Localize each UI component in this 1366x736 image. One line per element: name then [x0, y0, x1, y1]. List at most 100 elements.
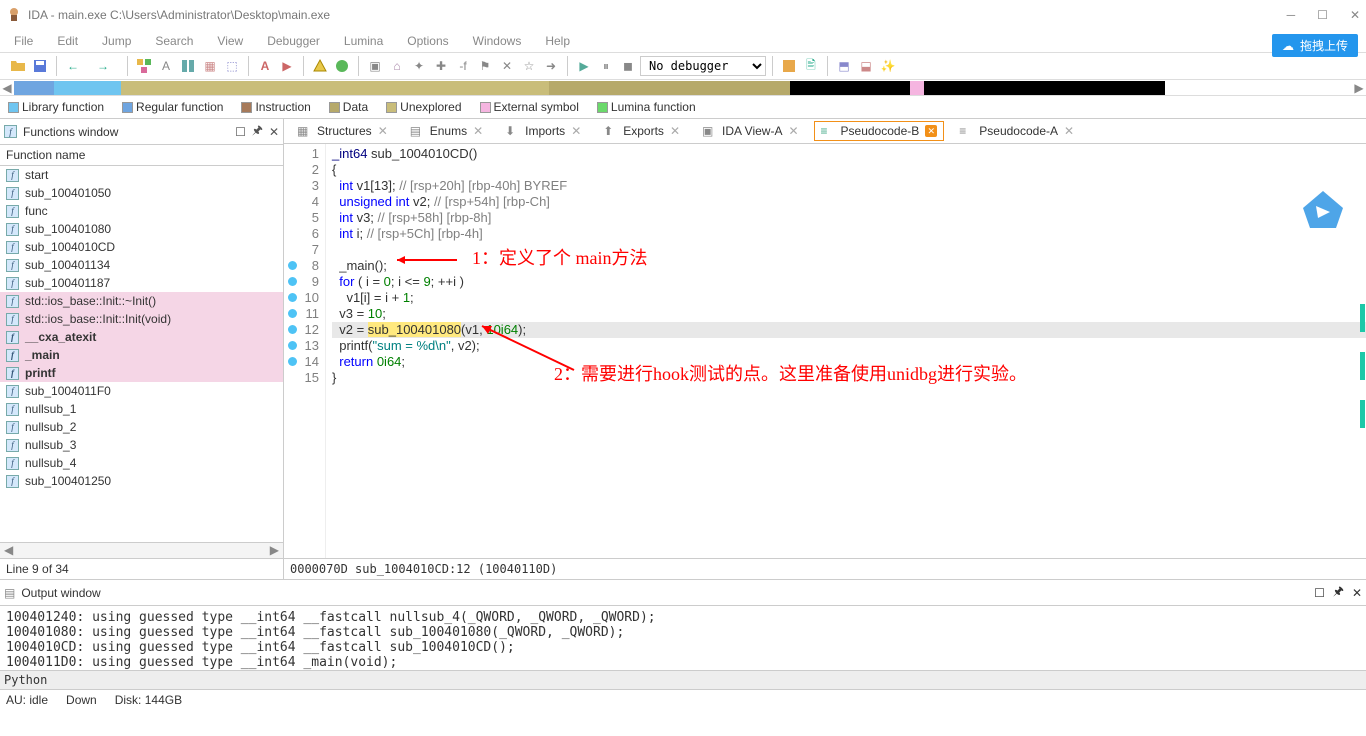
function-item[interactable]: f_main	[0, 346, 283, 364]
functions-title: Functions window	[23, 125, 229, 139]
status-down: Down	[66, 693, 97, 707]
maximize-icon[interactable]: ☐	[1317, 8, 1328, 22]
output-pin-icon[interactable]: 🖈	[1333, 582, 1344, 603]
lum2-icon[interactable]: ⬓	[856, 56, 876, 76]
menu-view[interactable]: View	[217, 34, 243, 48]
db2-icon[interactable]: 🖹	[801, 56, 821, 76]
forward-icon[interactable]: →	[93, 56, 113, 76]
tab-close-icon[interactable]: ✕	[473, 124, 483, 138]
h-scrollbar[interactable]: ◀▶	[0, 542, 283, 558]
tab-ida-view-a[interactable]: ▣IDA View-A✕	[695, 121, 806, 141]
tool5-icon[interactable]: ✕	[497, 56, 517, 76]
tab-imports[interactable]: ⬇Imports✕	[498, 121, 588, 141]
menu-lumina[interactable]: Lumina	[344, 34, 383, 48]
menu-edit[interactable]: Edit	[57, 34, 78, 48]
menu-debugger[interactable]: Debugger	[267, 34, 320, 48]
tab-close-icon[interactable]: ✕	[571, 124, 581, 138]
go-icon[interactable]	[332, 56, 352, 76]
output-body[interactable]: 100401240: using guessed type __int64 __…	[0, 606, 1366, 670]
nav-track[interactable]	[14, 81, 1352, 95]
search-next-icon[interactable]: ▶	[277, 56, 297, 76]
save-icon[interactable]	[30, 56, 50, 76]
menu-search[interactable]: Search	[155, 34, 193, 48]
function-icon: f	[4, 125, 17, 138]
pin-icon[interactable]: 🖈	[252, 121, 263, 142]
code-status: 0000070D sub_1004010CD:12 (10040110D)	[284, 558, 1366, 579]
text-icon[interactable]: A	[156, 56, 176, 76]
close-icon[interactable]: ✕	[1350, 8, 1360, 22]
tab-pseudocode-a[interactable]: ≡Pseudocode-A✕	[952, 121, 1081, 141]
function-item[interactable]: fnullsub_2	[0, 418, 283, 436]
db1-icon[interactable]	[779, 56, 799, 76]
function-item[interactable]: fsub_100401050	[0, 184, 283, 202]
function-item[interactable]: fnullsub_1	[0, 400, 283, 418]
function-item[interactable]: fsub_100401250	[0, 472, 283, 490]
tab-close-icon[interactable]: ✕	[925, 125, 937, 137]
warn-icon[interactable]	[310, 56, 330, 76]
tool6-icon[interactable]: ☆	[519, 56, 539, 76]
function-item[interactable]: fsub_1004011F0	[0, 382, 283, 400]
tab-close-icon[interactable]: ✕	[788, 124, 798, 138]
stop-icon[interactable]: ◼	[618, 56, 638, 76]
link-icon[interactable]: ⬚	[222, 56, 242, 76]
tool7-icon[interactable]: ➜	[541, 56, 561, 76]
tab-structures[interactable]: ▦Structures✕	[290, 121, 395, 141]
code-area[interactable]: 123456789101112131415 _int64 sub_1004010…	[284, 144, 1366, 558]
function-item[interactable]: fprintf	[0, 364, 283, 382]
minimize-icon[interactable]: ─	[1287, 8, 1296, 22]
lum1-icon[interactable]: ⬒	[834, 56, 854, 76]
function-item[interactable]: fsub_100401134	[0, 256, 283, 274]
tool3-icon[interactable]: -f	[453, 56, 473, 76]
legend-item: Regular function	[122, 100, 223, 114]
binary-icon[interactable]	[178, 56, 198, 76]
stamp-icon[interactable]: ▣	[365, 56, 385, 76]
debugger-select[interactable]: No debugger	[640, 56, 766, 76]
flag-icon[interactable]: ⚑	[475, 56, 495, 76]
tab-exports[interactable]: ⬆Exports✕	[596, 121, 687, 141]
tool1-icon[interactable]: ✦	[409, 56, 429, 76]
search-text-icon[interactable]: A	[255, 56, 275, 76]
functions-header[interactable]: Function name	[0, 145, 283, 166]
output-close-icon[interactable]: ✕	[1352, 586, 1362, 600]
open-icon[interactable]	[8, 56, 28, 76]
bird-icon[interactable]	[1298, 188, 1348, 238]
function-item[interactable]: ffunc	[0, 202, 283, 220]
function-item[interactable]: fsub_100401187	[0, 274, 283, 292]
nav-right-icon[interactable]: ▶	[1352, 81, 1366, 95]
boxes-icon[interactable]	[134, 56, 154, 76]
function-item[interactable]: fstart	[0, 166, 283, 184]
tool2-icon[interactable]: ✚	[431, 56, 451, 76]
function-item[interactable]: fnullsub_3	[0, 436, 283, 454]
function-item[interactable]: fstd::ios_base::Init::~Init()	[0, 292, 283, 310]
menu-file[interactable]: File	[14, 34, 33, 48]
menu-options[interactable]: Options	[407, 34, 448, 48]
house-icon[interactable]: ⌂	[387, 56, 407, 76]
menu-jump[interactable]: Jump	[102, 34, 131, 48]
back-icon[interactable]: ←	[63, 56, 83, 76]
function-item[interactable]: fnullsub_4	[0, 454, 283, 472]
run-icon[interactable]: ▶	[574, 56, 594, 76]
tab-pseudocode-b[interactable]: ≡Pseudocode-B✕	[814, 121, 945, 141]
legend-item: Lumina function	[597, 100, 696, 114]
function-item[interactable]: fsub_1004010CD	[0, 238, 283, 256]
function-item[interactable]: fstd::ios_base::Init::Init(void)	[0, 310, 283, 328]
lum3-icon[interactable]: ✨	[878, 56, 898, 76]
close-panel-icon[interactable]: ✕	[269, 125, 279, 139]
pause-icon[interactable]: ⏸	[596, 56, 616, 76]
menu-windows[interactable]: Windows	[473, 34, 522, 48]
function-item[interactable]: f__cxa_atexit	[0, 328, 283, 346]
restore-icon[interactable]: ☐	[235, 125, 246, 139]
python-bar[interactable]: Python	[0, 670, 1366, 689]
upload-button[interactable]: ☁ 拖拽上传	[1272, 34, 1358, 57]
legend-item: Instruction	[241, 100, 310, 114]
tab-enums[interactable]: ▤Enums✕	[403, 121, 490, 141]
tab-close-icon[interactable]: ✕	[378, 124, 388, 138]
nav-left-icon[interactable]: ◀	[0, 81, 14, 95]
tab-close-icon[interactable]: ✕	[670, 124, 680, 138]
output-restore-icon[interactable]: ☐	[1314, 586, 1325, 600]
graph-icon[interactable]: ▦	[200, 56, 220, 76]
function-icon: f	[6, 349, 19, 362]
menu-help[interactable]: Help	[545, 34, 570, 48]
function-item[interactable]: fsub_100401080	[0, 220, 283, 238]
tab-close-icon[interactable]: ✕	[1064, 124, 1074, 138]
